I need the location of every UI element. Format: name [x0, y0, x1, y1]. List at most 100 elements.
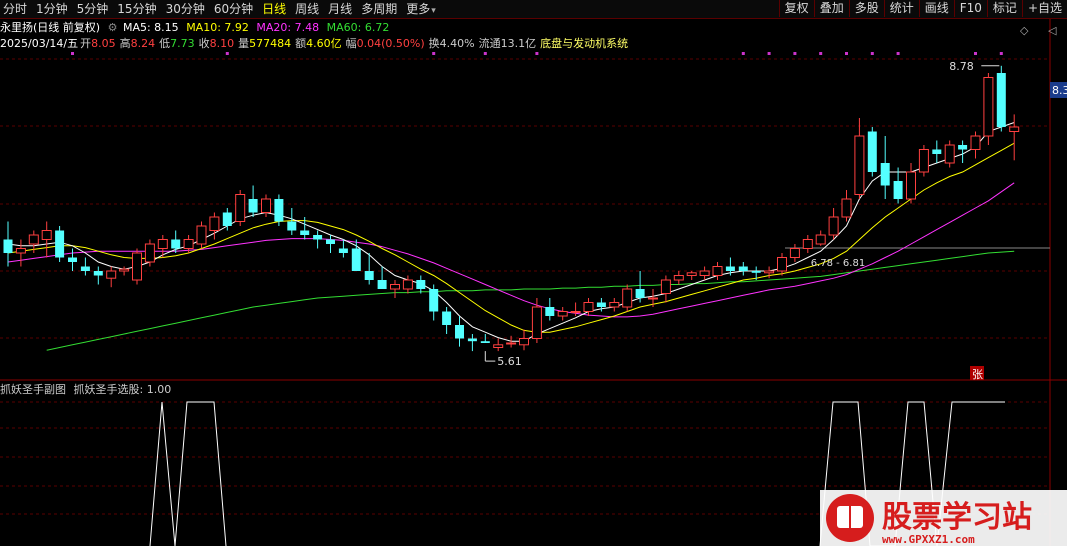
period-tab-10[interactable]: 更多	[403, 1, 439, 19]
ma20-line	[7, 182, 1015, 318]
candle-22	[287, 208, 297, 235]
signal-dot-2	[432, 52, 436, 55]
candle-body	[802, 239, 813, 249]
candle-76	[983, 73, 994, 145]
close-label: 收	[198, 37, 210, 50]
candle-6	[80, 257, 90, 276]
toolbar-button-6[interactable]: 标记	[986, 0, 1022, 17]
toolbar-button-4[interactable]: 画线	[918, 0, 954, 17]
candle-body	[1009, 126, 1020, 132]
candle-body	[287, 221, 297, 231]
candle-49	[635, 271, 645, 303]
candle-body	[944, 144, 955, 164]
toolbar-button-0[interactable]: 复权	[778, 0, 814, 17]
candle-body	[918, 149, 929, 173]
annotation-range: 6.78 - 6.81	[811, 258, 866, 269]
signal-dot-13	[999, 52, 1003, 55]
open-value: 8.05	[91, 37, 116, 50]
candle-5	[68, 248, 77, 271]
candle-24	[313, 230, 323, 249]
toolbar-button-3[interactable]: 统计	[883, 0, 919, 17]
toolbar-button-7[interactable]: +自选	[1021, 0, 1067, 17]
candle-body	[119, 268, 130, 272]
toolbar-right-buttons: 复权 叠加 多股 统计 画线 F10 标记 +自选	[778, 0, 1067, 17]
toolbar-button-1[interactable]: 叠加	[813, 0, 849, 17]
turnover-label: 换	[428, 37, 440, 50]
candle-57	[738, 262, 748, 276]
candle-body	[338, 248, 348, 253]
candle-69	[893, 167, 903, 204]
candle-body	[390, 284, 400, 290]
candle-body	[222, 212, 232, 226]
period-tab-7[interactable]: 周线	[292, 1, 322, 19]
candle-40	[519, 329, 529, 351]
annotation-low: 5.61	[497, 355, 522, 368]
kline-chart[interactable]: 8.78 5.61 6.78 - 6.81 8.3 张 ◇ ◁ 股票学习站 www.…	[0, 0, 1067, 546]
signal-path-a	[149, 401, 227, 546]
candle-63	[815, 230, 826, 246]
candle-body	[519, 338, 529, 346]
candles	[3, 65, 1020, 352]
candle-body	[157, 239, 168, 249]
candle-body	[55, 230, 65, 258]
open-label: 开	[80, 37, 92, 50]
candle-19	[248, 185, 258, 217]
period-tab-5[interactable]: 60分钟	[211, 1, 256, 19]
signal-dot-8	[819, 52, 823, 55]
float-cap-value: 13.1亿	[500, 37, 537, 50]
candle-53	[686, 271, 697, 280]
candle-body	[28, 234, 39, 245]
signal-dot-7	[793, 52, 797, 55]
low-value: 7.73	[170, 37, 195, 50]
candle-7	[93, 266, 103, 285]
toolbar-button-2[interactable]: 多股	[848, 0, 884, 17]
candle-3	[41, 221, 52, 258]
sub-chart-title[interactable]: 抓妖圣手副图	[0, 383, 66, 396]
signal-dot-5	[741, 52, 745, 55]
period-tab-4[interactable]: 30分钟	[163, 1, 208, 19]
ma60-path	[46, 250, 1015, 351]
candle-body	[660, 279, 671, 294]
candle-body	[996, 73, 1006, 127]
settings-gear-icon[interactable]: ⚙	[108, 21, 118, 34]
candle-body	[93, 271, 103, 276]
candle-body	[789, 248, 800, 258]
candle-68	[880, 136, 890, 199]
candle-body	[313, 235, 323, 240]
period-tab-6[interactable]: 日线	[259, 1, 289, 19]
candle-body	[209, 216, 220, 231]
candle-body	[132, 252, 142, 281]
period-tab-9[interactable]: 多周期	[358, 1, 400, 19]
signal-dot-11	[896, 52, 900, 55]
triangle-marker-icon[interactable]: ◁	[1048, 24, 1057, 37]
candle-body	[983, 77, 994, 137]
stock-title[interactable]: 永里扬(日线 前复权)	[0, 21, 100, 34]
candle-body	[261, 198, 271, 213]
candle-body	[893, 181, 903, 199]
ma60-value: MA60: 6.72	[326, 21, 390, 34]
candle-31	[402, 275, 413, 294]
quote-info-bar: 2025/03/14/五 开8.05 高8.24 低7.73 收8.10 量577484 额…	[0, 36, 632, 51]
candle-body	[712, 266, 723, 276]
candle-52	[673, 271, 684, 285]
period-tab-3[interactable]: 15分钟	[114, 1, 159, 19]
candle-48	[622, 284, 633, 312]
candle-73	[944, 140, 955, 168]
candle-body	[506, 342, 517, 345]
period-tab-2[interactable]: 5分钟	[74, 1, 112, 19]
candle-body	[596, 302, 606, 307]
candle-32	[416, 275, 426, 294]
period-tab-0[interactable]: 分时	[0, 1, 30, 19]
diamond-icon[interactable]: ◇	[1020, 24, 1029, 37]
period-tab-8[interactable]: 月线	[325, 1, 355, 19]
concept-tag[interactable]: 底盘与发动机系统	[540, 37, 628, 50]
candle-body	[493, 344, 504, 348]
candle-65	[841, 190, 852, 222]
period-tab-1[interactable]: 1分钟	[33, 1, 71, 19]
ma5-value: MA5: 8.15	[122, 21, 179, 34]
toolbar-button-5[interactable]: F10	[953, 0, 987, 17]
candle-body	[171, 239, 181, 249]
ma20-value: MA20: 7.48	[256, 21, 320, 34]
candle-body	[751, 271, 761, 273]
candle-body	[777, 257, 787, 272]
